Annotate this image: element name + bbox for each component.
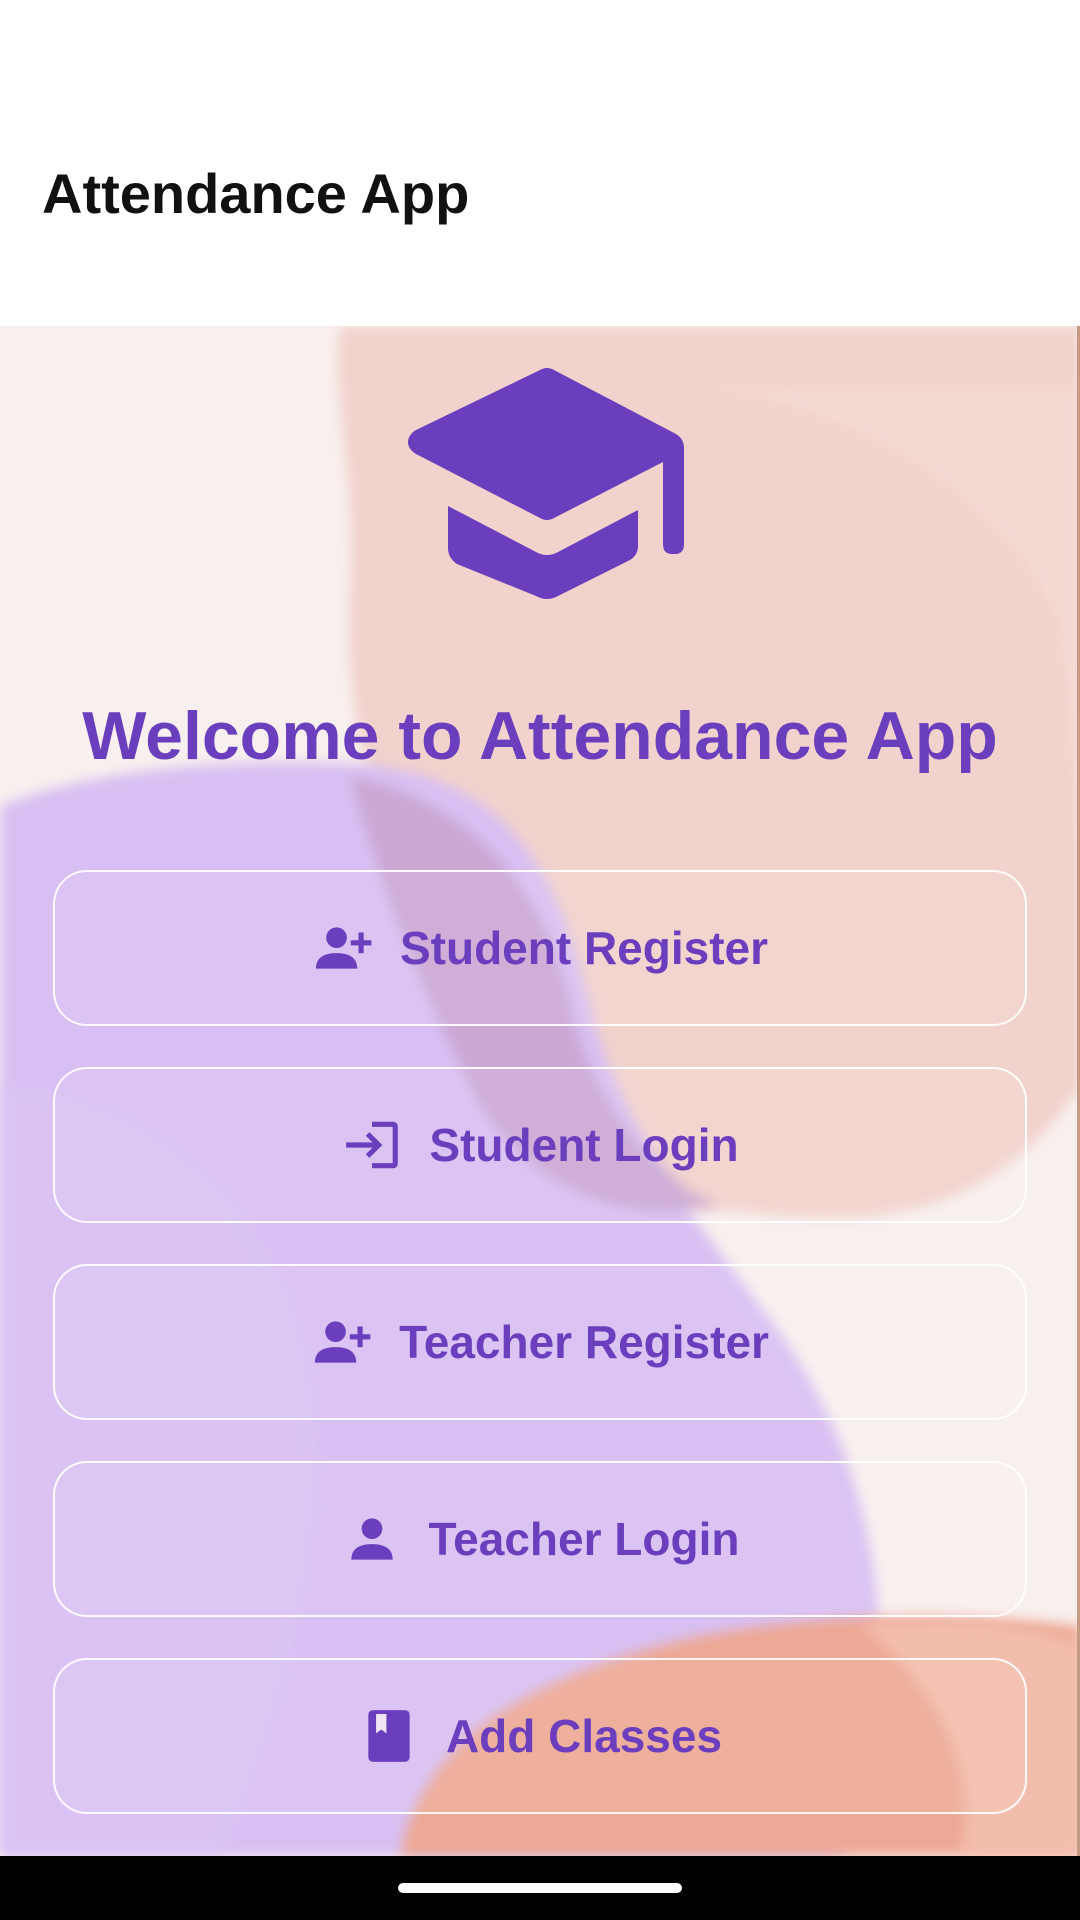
- student-register-label: Student Register: [399, 922, 769, 974]
- person-add-icon: [311, 1311, 373, 1373]
- login-icon: [341, 1114, 403, 1176]
- welcome-heading: Welcome to Attendance App: [82, 698, 998, 774]
- home-indicator[interactable]: [398, 1883, 682, 1893]
- student-login-label: Student Login: [429, 1119, 739, 1171]
- person-add-icon: [312, 917, 374, 979]
- teacher-login-button[interactable]: Teacher Login: [53, 1461, 1027, 1617]
- graduation-cap-icon: [408, 366, 686, 602]
- app-bar: Attendance App: [0, 0, 1080, 326]
- app-title: Attendance App: [42, 162, 470, 225]
- teacher-register-label: Teacher Register: [399, 1316, 769, 1368]
- system-nav-bar: [0, 1856, 1080, 1920]
- book-icon: [358, 1705, 420, 1767]
- add-classes-button[interactable]: Add Classes: [53, 1658, 1027, 1814]
- add-classes-label: Add Classes: [445, 1710, 723, 1762]
- teacher-register-button[interactable]: Teacher Register: [53, 1264, 1027, 1420]
- student-login-button[interactable]: Student Login: [53, 1067, 1027, 1223]
- teacher-login-label: Teacher Login: [428, 1513, 740, 1565]
- student-register-button[interactable]: Student Register: [53, 870, 1027, 1026]
- person-icon: [341, 1508, 403, 1570]
- main-content: Welcome to Attendance App Student Regist…: [0, 326, 1080, 1856]
